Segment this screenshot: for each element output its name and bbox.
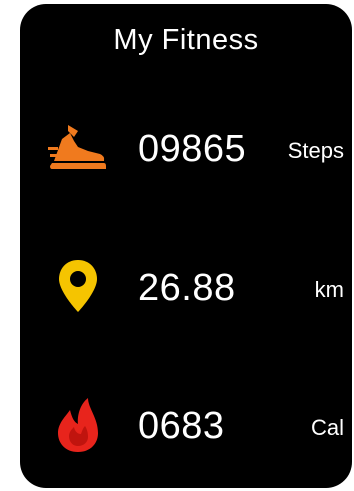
calories-value: 0683: [138, 405, 225, 447]
steps-row[interactable]: 09865 Steps: [20, 117, 352, 181]
steps-value: 09865: [138, 128, 247, 170]
calories-row[interactable]: 0683 Cal: [20, 394, 352, 458]
fitness-screen: My Fitness 09865 Steps 26.88 km 0683 Cal: [20, 4, 352, 488]
steps-unit: Steps: [287, 138, 344, 163]
calories-unit: Cal: [310, 415, 344, 440]
screen-title: My Fitness: [113, 24, 259, 56]
location-pin-icon: [48, 256, 108, 316]
distance-row[interactable]: 26.88 km: [20, 256, 352, 320]
distance-unit: km: [314, 277, 344, 302]
flame-icon: [48, 394, 108, 454]
running-shoe-icon: [48, 117, 108, 177]
distance-value: 26.88: [138, 267, 236, 309]
